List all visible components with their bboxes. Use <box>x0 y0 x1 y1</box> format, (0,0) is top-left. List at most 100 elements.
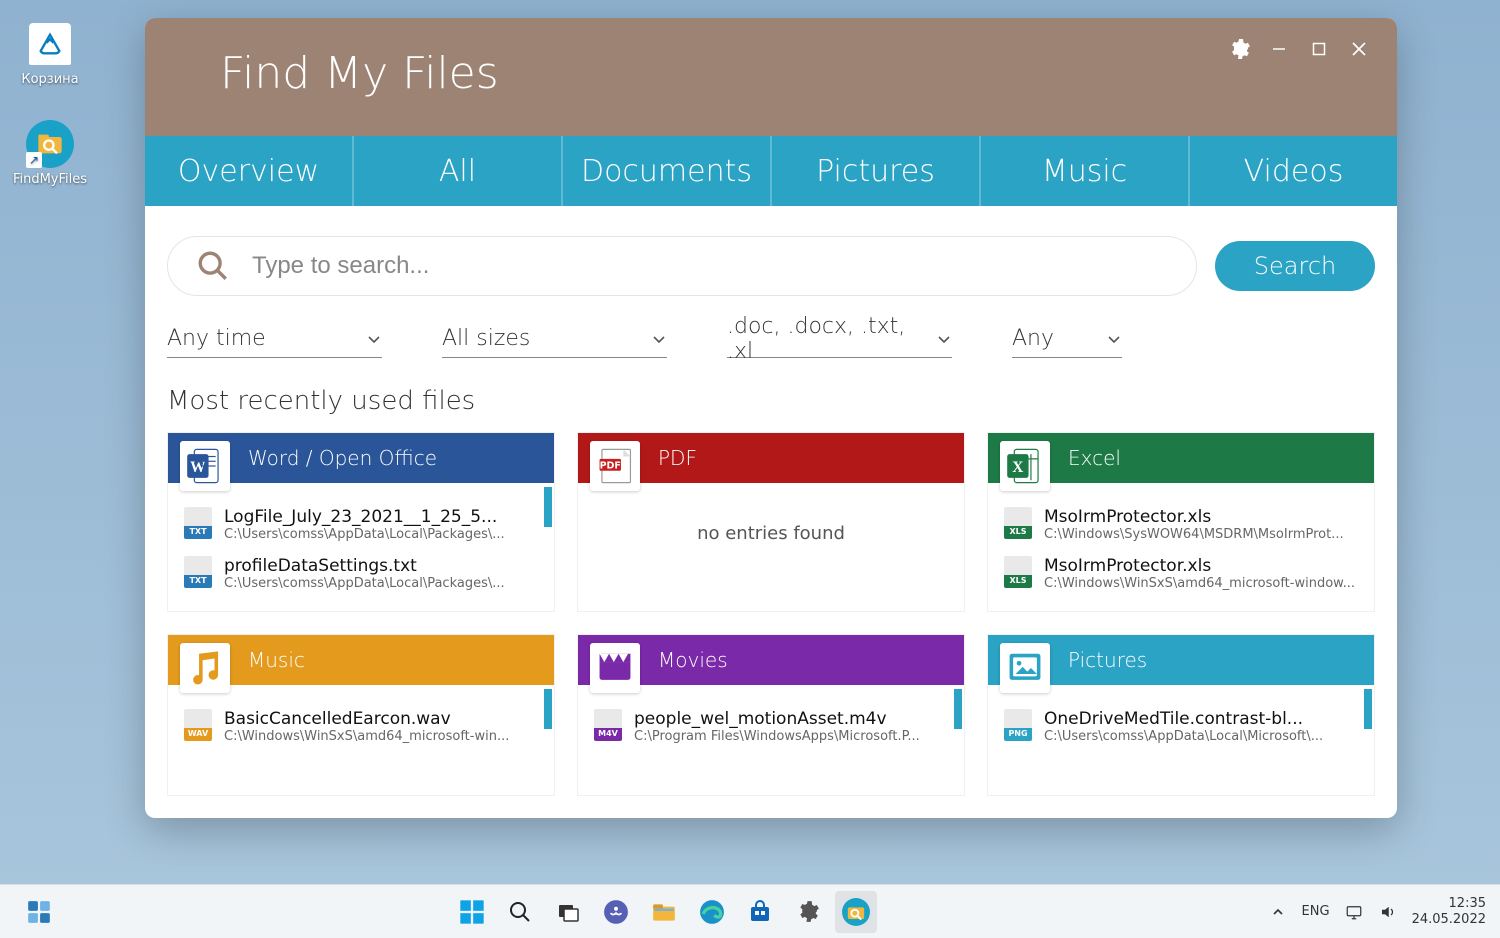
file-row[interactable]: TXT profileDataSettings.txtC:\Users\comss… <box>178 552 544 601</box>
scrollbar-thumb[interactable] <box>954 689 962 729</box>
file-row[interactable]: WAV BasicCancelledEarcon.wavC:\Windows\Wi… <box>178 705 544 754</box>
file-name: MsoIrmProtector.xls <box>1044 507 1358 527</box>
recycle-bin-icon <box>29 23 71 65</box>
search-input[interactable] <box>252 252 1168 280</box>
taskbar-edge-button[interactable] <box>691 891 733 933</box>
card-body: no entries found <box>578 483 964 593</box>
volume-icon <box>1379 903 1397 921</box>
card-word: Word / Open Office TXTLogFile_July_23_202… <box>167 432 555 612</box>
scrollbar-thumb[interactable] <box>544 689 552 729</box>
card-body: XLSMsoIrmProtector.xlsC:\Windows\SysWOW6… <box>988 483 1374 611</box>
card-movies: Movies M4V people_wel_motionAsset.m4vC:\Pr… <box>577 634 965 796</box>
tab-pictures[interactable]: Pictures <box>772 136 981 206</box>
taskbar-settings-button[interactable] <box>787 891 829 933</box>
tray-overflow-button[interactable] <box>1268 902 1288 922</box>
titlebar: Find My Files <box>145 18 1397 136</box>
edge-icon <box>699 899 725 925</box>
tab-music[interactable]: Music <box>981 136 1190 206</box>
tray-date: 24.05.2022 <box>1412 912 1486 928</box>
file-type-icon: WAV <box>184 709 212 741</box>
file-path: C:\Windows\SysWOW64\MSDRM\MsoIrmProt... <box>1044 527 1358 542</box>
taskbar-search-button[interactable] <box>499 891 541 933</box>
file-path: C:\Windows\WinSxS\amd64_microsoft-win... <box>224 729 538 744</box>
empty-message: no entries found <box>588 503 954 544</box>
file-path: C:\Users\comss\AppData\Local\Microsoft\.… <box>1044 729 1358 744</box>
card-body: M4V people_wel_motionAsset.m4vC:\Program … <box>578 685 964 795</box>
file-type-icon: TXT <box>184 556 212 588</box>
file-row[interactable]: M4V people_wel_motionAsset.m4vC:\Program … <box>588 705 954 754</box>
card-music: Music WAV BasicCancelledEarcon.wavC:\Windo… <box>167 634 555 796</box>
minimize-button[interactable] <box>1259 32 1299 66</box>
card-title: Excel <box>1068 446 1121 470</box>
desktop-icon-label: FindMyFiles <box>10 172 90 187</box>
file-path: C:\Users\comss\AppData\Local\Packages\..… <box>224 527 538 542</box>
chevron-down-icon <box>366 331 382 347</box>
search-button[interactable]: Search <box>1215 241 1375 291</box>
tab-documents[interactable]: Documents <box>563 136 772 206</box>
card-header: Excel <box>988 433 1374 483</box>
close-icon <box>1351 41 1367 57</box>
taskbar-findmyfiles-button[interactable] <box>835 891 877 933</box>
taskbar-taskview-button[interactable] <box>547 891 589 933</box>
card-title: PDF <box>658 446 697 470</box>
card-pictures: PicturesPNGOneDriveMedTile.contrast-bl..… <box>987 634 1375 796</box>
file-type-icon: PNG <box>1004 709 1032 741</box>
file-path: C:\Users\comss\AppData\Local\Packages\..… <box>224 576 538 591</box>
app-title: Find My Files <box>220 18 499 99</box>
file-path: C:\Program Files\WindowsApps\Microsoft.P… <box>634 729 948 744</box>
card-body: TXTLogFile_July_23_2021__1_25_5...C:\Use… <box>168 483 554 611</box>
tab-videos[interactable]: Videos <box>1190 136 1397 206</box>
scrollbar-thumb[interactable] <box>544 487 552 527</box>
card-header: Word / Open Office <box>168 433 554 483</box>
scrollbar-thumb[interactable] <box>1364 689 1372 729</box>
widgets-icon <box>26 899 52 925</box>
file-type-icon: TXT <box>184 507 212 539</box>
card-header: PDF <box>578 433 964 483</box>
tray-clock[interactable]: 12:35 24.05.2022 <box>1412 896 1486 927</box>
card-title: Movies <box>658 648 728 672</box>
chevron-down-icon <box>651 331 667 347</box>
file-row[interactable]: XLSMsoIrmProtector.xlsC:\Windows\WinSxS\… <box>998 552 1364 601</box>
tray-language[interactable]: ENG <box>1302 904 1330 919</box>
desktop-icon-findmyfiles[interactable]: ↗ FindMyFiles <box>10 120 90 187</box>
tab-all[interactable]: All <box>354 136 563 206</box>
file-row[interactable]: TXTLogFile_July_23_2021__1_25_5...C:\Use… <box>178 503 544 552</box>
settings-button[interactable] <box>1219 32 1259 66</box>
gear-icon <box>795 899 820 924</box>
search-icon <box>508 900 532 924</box>
card-title: Music <box>248 648 305 672</box>
taskbar-chat-button[interactable] <box>595 891 637 933</box>
filter-any[interactable]: Any <box>1012 320 1122 358</box>
maximize-icon <box>1312 42 1326 56</box>
tab-overview[interactable]: Overview <box>145 136 354 206</box>
file-type-icon: XLS <box>1004 556 1032 588</box>
file-name: BasicCancelledEarcon.wav <box>224 709 538 729</box>
taskbar-explorer-button[interactable] <box>643 891 685 933</box>
chevron-down-icon <box>1106 331 1122 347</box>
card-pdf: PDF no entries found <box>577 432 965 612</box>
desktop-icon-recycle-bin[interactable]: Корзина <box>10 20 90 87</box>
file-row[interactable]: PNGOneDriveMedTile.contrast-bl...C:\User… <box>998 705 1364 754</box>
taskbar-start-button[interactable] <box>451 891 493 933</box>
findmyfiles-icon <box>842 898 870 926</box>
file-name: profileDataSettings.txt <box>224 556 538 576</box>
filter-filetypes[interactable]: .doc, .docx, .txt, .xl <box>727 320 952 358</box>
gear-icon <box>1227 37 1251 61</box>
tray-volume-button[interactable] <box>1378 902 1398 922</box>
file-row[interactable]: XLSMsoIrmProtector.xlsC:\Windows\SysWOW6… <box>998 503 1364 552</box>
taskbar-store-button[interactable] <box>739 891 781 933</box>
filter-size[interactable]: All sizes <box>442 320 667 358</box>
app-window: Find My Files OverviewAllDocumentsPictur… <box>145 18 1397 818</box>
maximize-button[interactable] <box>1299 32 1339 66</box>
chevron-down-icon <box>936 331 952 347</box>
card-body: PNGOneDriveMedTile.contrast-bl...C:\User… <box>988 685 1374 795</box>
taskbar-widgets-button[interactable] <box>18 891 60 933</box>
minimize-icon <box>1271 41 1287 57</box>
filter-time[interactable]: Any time <box>167 320 382 358</box>
file-name: MsoIrmProtector.xls <box>1044 556 1358 576</box>
close-button[interactable] <box>1339 32 1379 66</box>
card-excel: ExcelXLSMsoIrmProtector.xlsC:\Windows\Sy… <box>987 432 1375 612</box>
tray-network-button[interactable] <box>1344 902 1364 922</box>
file-name: people_wel_motionAsset.m4v <box>634 709 948 729</box>
file-type-icon: M4V <box>594 709 622 741</box>
